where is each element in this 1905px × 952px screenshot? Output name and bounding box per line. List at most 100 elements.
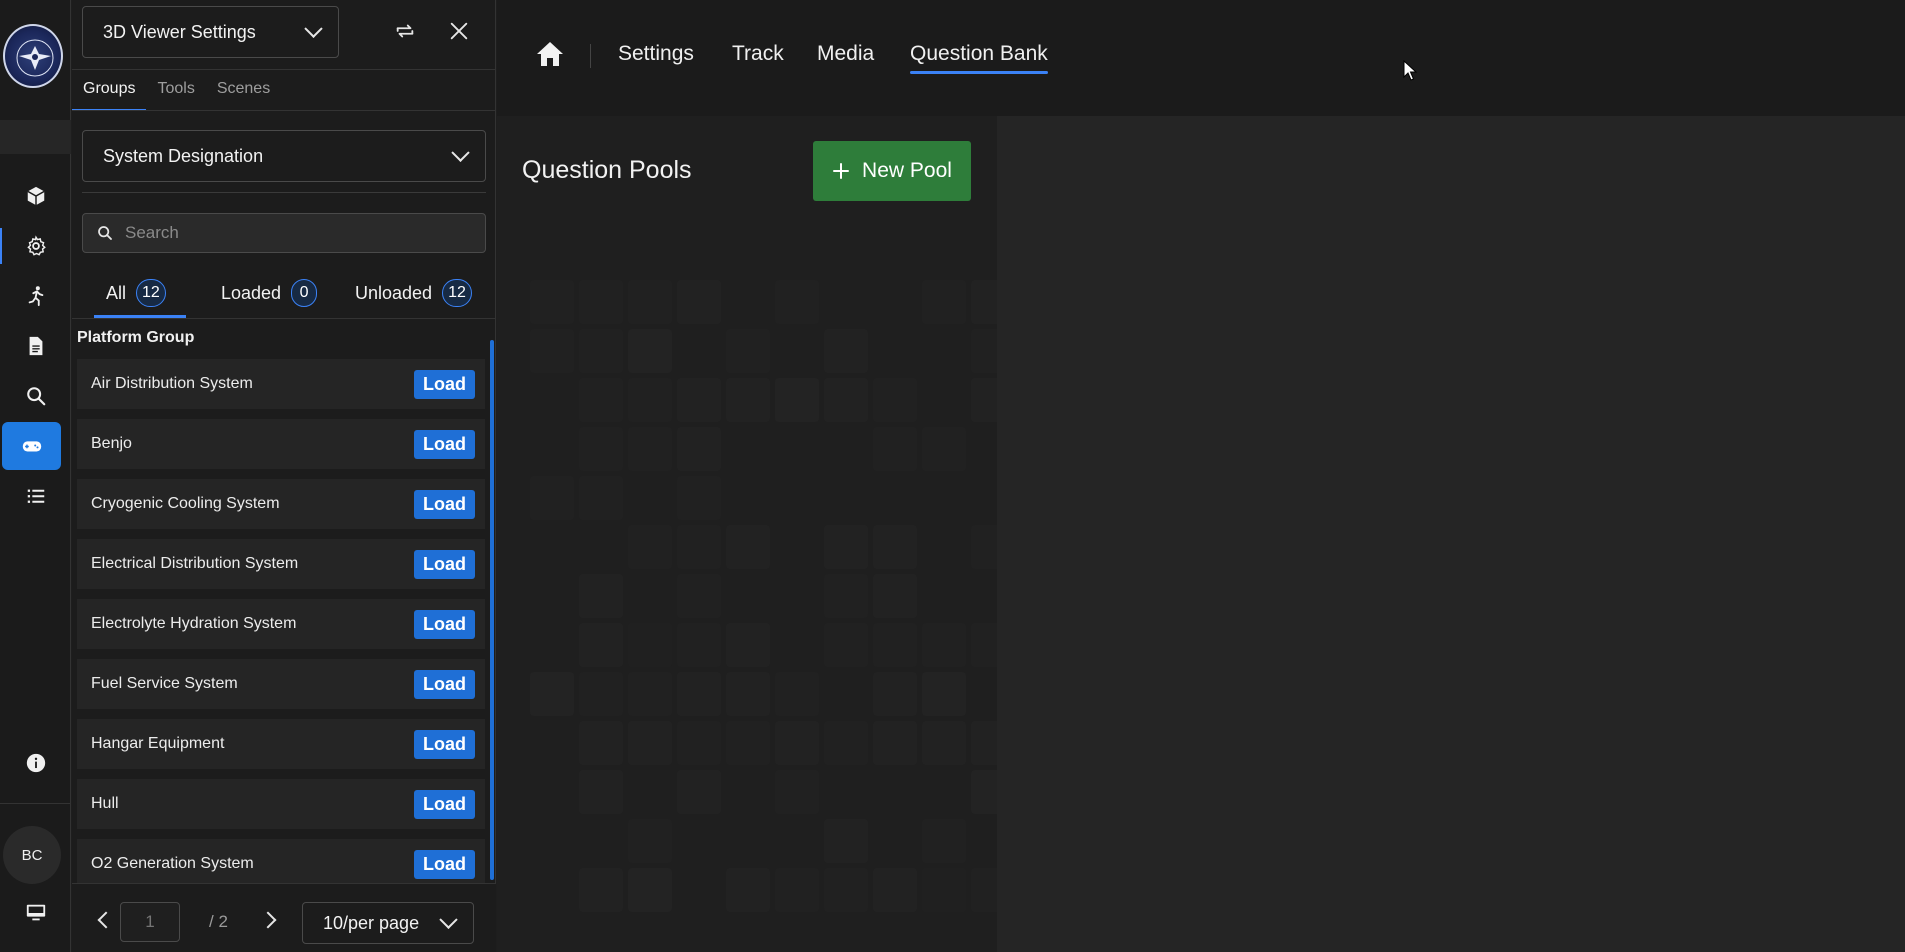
filter-all[interactable]: All 12 bbox=[94, 268, 186, 318]
pattern-tile bbox=[530, 672, 574, 716]
list-item: Cryogenic Cooling System Load bbox=[77, 479, 485, 529]
load-button[interactable]: Load bbox=[414, 850, 475, 879]
monitor-icon bbox=[26, 904, 45, 921]
filter-unloaded-label: Unloaded bbox=[355, 282, 433, 303]
tab-groups[interactable]: Groups bbox=[72, 70, 147, 111]
tab-scenes[interactable]: Scenes bbox=[206, 70, 281, 110]
search-input[interactable] bbox=[125, 223, 465, 243]
pattern-tile bbox=[579, 574, 623, 618]
list-icon bbox=[27, 489, 44, 503]
pattern-tile bbox=[677, 476, 721, 520]
pattern-tile bbox=[824, 623, 868, 667]
pattern-tile bbox=[628, 721, 672, 765]
new-pool-button[interactable]: New Pool bbox=[813, 141, 971, 201]
pattern-tile bbox=[824, 721, 868, 765]
load-button[interactable]: Load bbox=[414, 790, 475, 819]
emblem-logo[interactable] bbox=[3, 24, 63, 88]
list-item: O2 Generation System Load bbox=[77, 839, 485, 889]
refresh-icon bbox=[396, 24, 414, 38]
left-rail: BC bbox=[0, 0, 71, 952]
pattern-tile bbox=[579, 721, 623, 765]
panel-tabs: Groups Tools Scenes bbox=[72, 70, 281, 111]
filter-divider bbox=[72, 318, 496, 319]
count-badge: 0 bbox=[291, 279, 318, 307]
pool-detail-area bbox=[997, 116, 1905, 952]
rail-spacer bbox=[0, 120, 71, 154]
pattern-tile bbox=[922, 868, 966, 912]
nav-settings[interactable]: Settings bbox=[618, 42, 694, 66]
nav-question-bank[interactable]: Question Bank bbox=[910, 42, 1048, 74]
pattern-tile bbox=[530, 476, 574, 520]
rail-divider bbox=[0, 803, 71, 804]
chevron-right-icon[interactable] bbox=[259, 911, 277, 929]
tab-tools[interactable]: Tools bbox=[146, 70, 205, 110]
pattern-tile bbox=[530, 329, 574, 373]
pattern-tile bbox=[677, 378, 721, 422]
tabs-divider bbox=[72, 110, 496, 111]
pattern-tile bbox=[677, 623, 721, 667]
item-label: Air Distribution System bbox=[91, 375, 253, 392]
rail-item-info[interactable] bbox=[0, 739, 71, 787]
user-avatar[interactable]: BC bbox=[3, 826, 61, 884]
home-button[interactable] bbox=[535, 40, 565, 73]
pattern-tile bbox=[824, 819, 868, 863]
pattern-tile bbox=[579, 280, 623, 324]
avatar-initials: BC bbox=[21, 846, 43, 864]
pattern-tile bbox=[628, 819, 672, 863]
pattern-tile bbox=[677, 672, 721, 716]
pattern-tile bbox=[922, 280, 966, 324]
load-button[interactable]: Load bbox=[414, 670, 475, 699]
app-root: BC 3D Viewer Settings Groups Tools Scene… bbox=[0, 0, 1905, 952]
rail-item-search[interactable] bbox=[0, 372, 71, 420]
rail-item-3d[interactable] bbox=[0, 172, 71, 220]
pattern-tile bbox=[579, 770, 623, 814]
nav-media[interactable]: Media bbox=[817, 42, 874, 66]
list-scrollbar-thumb[interactable] bbox=[490, 340, 494, 880]
pattern-tile bbox=[579, 427, 623, 471]
page-number-input[interactable] bbox=[120, 902, 180, 942]
pattern-tile bbox=[922, 623, 966, 667]
page-size-value: 10/per page bbox=[323, 912, 420, 933]
load-button[interactable]: Load bbox=[414, 730, 475, 759]
list-item: Hangar Equipment Load bbox=[77, 719, 485, 769]
nav-track[interactable]: Track bbox=[732, 42, 784, 66]
filter-loaded[interactable]: Loaded 0 bbox=[221, 268, 318, 318]
pattern-tile bbox=[971, 525, 997, 569]
refresh-button[interactable] bbox=[388, 14, 422, 48]
pattern-tile bbox=[824, 574, 868, 618]
mouse-cursor-icon bbox=[1403, 60, 1418, 81]
load-button[interactable]: Load bbox=[414, 550, 475, 579]
pattern-tile bbox=[775, 672, 819, 716]
pattern-tile bbox=[579, 476, 623, 520]
pattern-tile bbox=[873, 427, 917, 471]
pattern-tile bbox=[873, 721, 917, 765]
filter-unloaded[interactable]: Unloaded 12 bbox=[355, 268, 472, 318]
rail-item-display[interactable] bbox=[0, 889, 71, 937]
rail-item-settings[interactable] bbox=[0, 222, 71, 270]
new-pool-label: New Pool bbox=[862, 159, 952, 182]
load-button[interactable]: Load bbox=[414, 490, 475, 519]
nav-divider bbox=[590, 44, 591, 68]
load-button[interactable]: Load bbox=[414, 610, 475, 639]
pattern-tile bbox=[971, 378, 997, 422]
pattern-tile bbox=[971, 623, 997, 667]
item-label: Hull bbox=[91, 795, 119, 812]
close-panel-button[interactable] bbox=[442, 14, 476, 48]
page-size-select[interactable]: 10/per page bbox=[302, 902, 474, 944]
pattern-tile bbox=[677, 280, 721, 324]
rail-item-track[interactable] bbox=[0, 272, 71, 320]
pattern-tile bbox=[726, 623, 770, 667]
item-label: Cryogenic Cooling System bbox=[91, 495, 280, 512]
pattern-tile bbox=[873, 574, 917, 618]
load-button[interactable]: Load bbox=[414, 430, 475, 459]
pattern-tile bbox=[824, 329, 868, 373]
viewer-settings-select[interactable]: 3D Viewer Settings bbox=[82, 6, 339, 58]
group-by-select[interactable]: System Designation bbox=[82, 130, 486, 182]
chevron-left-icon[interactable] bbox=[97, 911, 115, 929]
rail-item-list[interactable] bbox=[0, 472, 71, 520]
rail-item-documents[interactable] bbox=[0, 322, 71, 370]
load-button[interactable]: Load bbox=[414, 370, 475, 399]
pattern-tile bbox=[873, 868, 917, 912]
list-item: Fuel Service System Load bbox=[77, 659, 485, 709]
rail-item-training[interactable] bbox=[2, 422, 61, 470]
